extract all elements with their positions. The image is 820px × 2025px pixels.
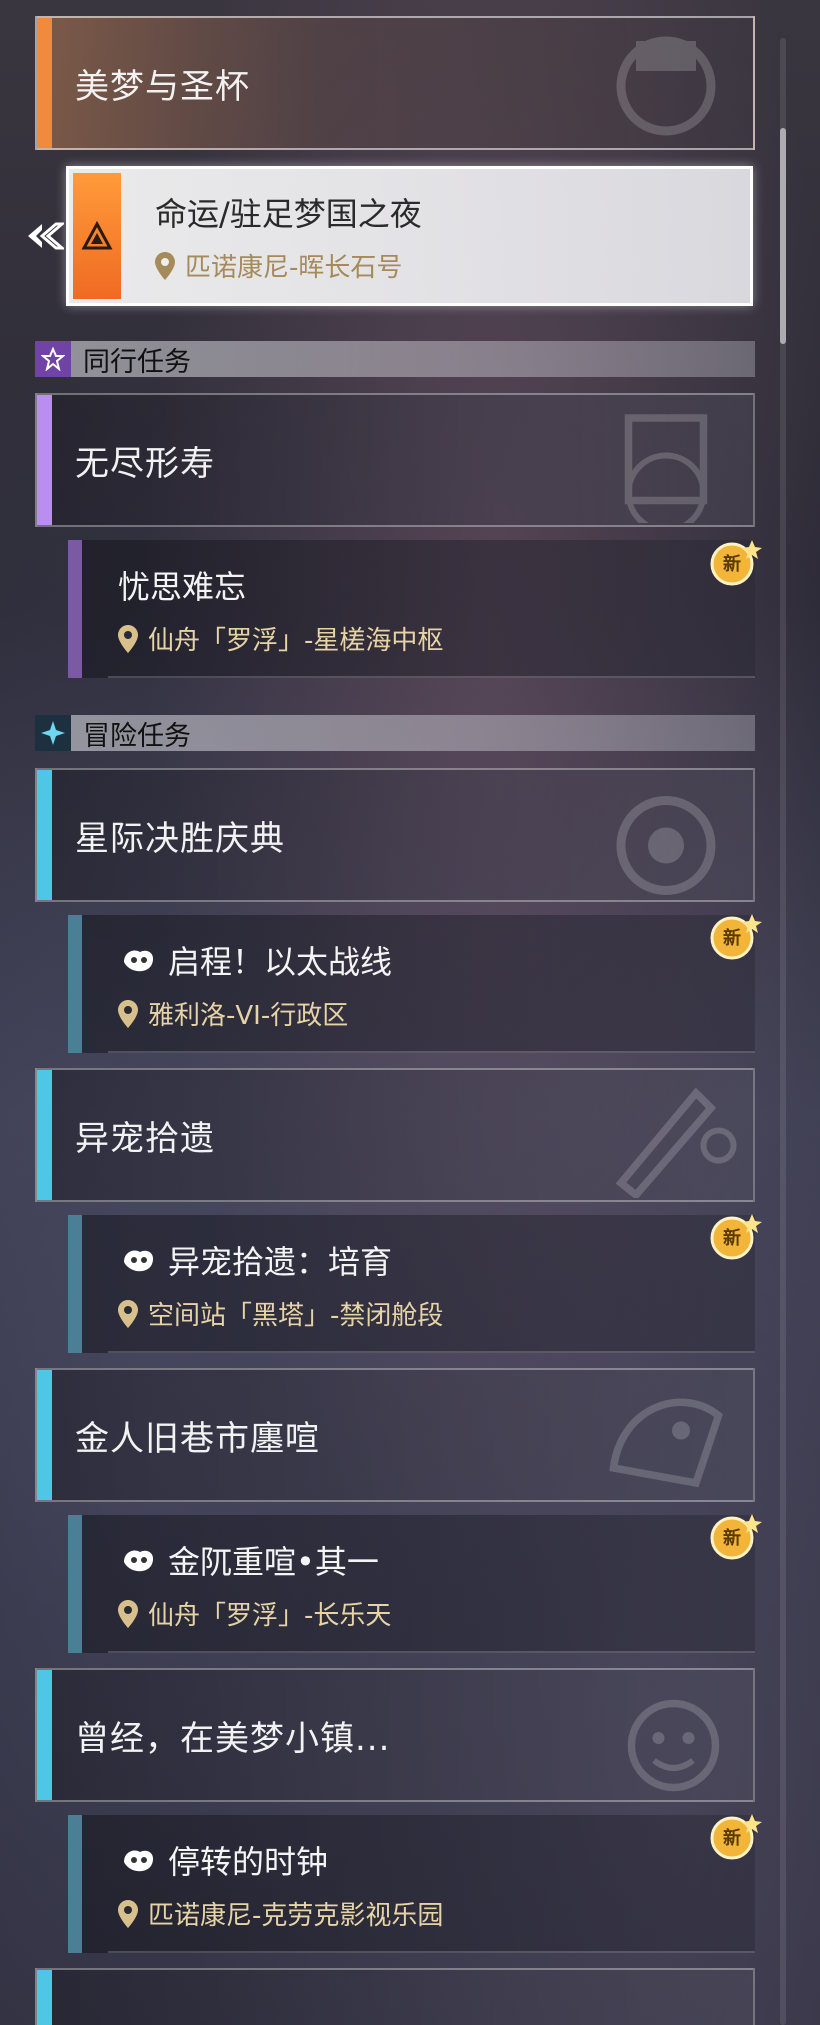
divider	[108, 1351, 755, 1353]
section-label: 冒险任务	[83, 720, 191, 752]
quest-title: 命运/驻足梦国之夜	[155, 195, 422, 233]
group-accent-bar	[37, 1370, 52, 1500]
location-pin-icon	[118, 999, 138, 1028]
quest-item-3[interactable]: 金阢重喧•其一 仙舟「罗浮」-长乐天	[68, 1515, 755, 1653]
group-emblem-icon	[627, 1699, 720, 1792]
quest-location-text: 匹诺康尼-晖长石号	[185, 253, 403, 283]
quest-location: 雅利洛-VI-行政区	[118, 995, 348, 1032]
divider	[108, 1651, 755, 1653]
group-accent-bar	[37, 1070, 52, 1200]
new-badge-label: 新	[723, 554, 741, 575]
quest-accent-bar	[68, 1215, 82, 1353]
group-emblem-icon	[616, 796, 716, 895]
quest-location-text: 匹诺康尼-克劳克影视乐园	[148, 1901, 444, 1931]
quest-title: 启程！以太战线	[168, 943, 393, 981]
quest-accent-bar	[68, 540, 82, 678]
quest-location: 匹诺康尼-克劳克影视乐园	[118, 1895, 443, 1932]
group-title: 曾经，在美梦小镇...	[75, 1718, 391, 1759]
pet-icon	[124, 1550, 154, 1572]
quest-title-row: 启程！以太战线	[118, 937, 392, 983]
quest-title: 忧思难忘	[118, 568, 247, 606]
location-pin-icon	[118, 1899, 138, 1928]
group-accent-bar	[37, 395, 52, 525]
quest-item-1[interactable]: 启程！以太战线 雅利洛-VI-行政区	[68, 915, 755, 1053]
group-emblem-icon	[615, 1087, 737, 1198]
diamond-star-icon	[35, 715, 71, 751]
group-header-2[interactable]: 异宠拾遗	[35, 1068, 755, 1202]
location-pin-icon	[118, 1299, 138, 1328]
pet-icon	[124, 1250, 154, 1272]
new-badge-label: 新	[723, 1228, 741, 1249]
section-companion-quests: 同行任务	[35, 341, 755, 378]
divider	[108, 676, 755, 678]
group-title: 星际决胜庆典	[75, 818, 285, 859]
section-label: 同行任务	[83, 346, 191, 378]
quest-accent-bar	[68, 1515, 82, 1653]
star-icon	[35, 341, 71, 377]
quest-title-row: 异宠拾遗：培育	[118, 1237, 392, 1283]
location-pin-icon	[118, 624, 138, 653]
quest-item-2[interactable]: 异宠拾遗：培育 空间站「黑塔」-禁闭舱段	[68, 1215, 755, 1353]
quest-location-text: 雅利洛-VI-行政区	[148, 1001, 349, 1031]
group-accent-bar	[37, 770, 52, 900]
pet-icon	[124, 1850, 154, 1872]
selected-arrow-icon	[28, 222, 64, 250]
quest-location: 仙舟「罗浮」-星槎海中枢	[118, 620, 443, 657]
group-accent-bar	[37, 1670, 52, 1800]
new-badge-label: 新	[723, 928, 741, 949]
new-badge-label: 新	[723, 1828, 741, 1849]
group-title: 金人旧巷市廛喧	[75, 1418, 320, 1459]
location-pin-icon	[118, 1599, 138, 1628]
quest-title-row: 金阢重喧•其一	[118, 1537, 379, 1583]
group-header-partial[interactable]	[35, 1968, 755, 2025]
quest-title: 金阢重喧•其一	[168, 1543, 379, 1581]
group-header-trailblaze[interactable]: 美梦与圣杯	[35, 16, 755, 150]
section-adventure-quests: 冒险任务	[35, 715, 755, 752]
quest-item-4[interactable]: 停转的时钟 匹诺康尼-克劳克影视乐园	[68, 1815, 755, 1953]
group-emblem-icon	[616, 36, 716, 136]
quest-location: 匹诺康尼-晖长石号	[155, 247, 402, 284]
quest-title: 停转的时钟	[168, 1843, 329, 1881]
group-title: 异宠拾遗	[75, 1118, 215, 1159]
quest-item-selected[interactable]: 命运/驻足梦国之夜 匹诺康尼-晖长石号	[66, 166, 753, 306]
scrollbar-thumb[interactable]	[780, 128, 786, 344]
group-title: 无尽形寿	[75, 443, 215, 484]
divider	[108, 1951, 755, 1953]
quest-item-0[interactable]: 忧思难忘 仙舟「罗浮」-星槎海中枢	[68, 540, 755, 678]
quest-location-text: 空间站「黑塔」-禁闭舱段	[148, 1301, 444, 1331]
group-header-1[interactable]: 星际决胜庆典	[35, 768, 755, 902]
quest-list: 美梦与圣杯 命运/驻足梦国之夜 匹诺康尼-晖长石号 同行任务 无尽形寿 忧思难忘…	[0, 0, 820, 2025]
quest-accent-bar	[68, 1815, 82, 1953]
group-header-0[interactable]: 无尽形寿	[35, 393, 755, 527]
group-header-3[interactable]: 金人旧巷市廛喧	[35, 1368, 755, 1502]
trailblaze-quest-icon	[73, 173, 121, 299]
location-pin-icon	[155, 251, 175, 280]
group-header-4[interactable]: 曾经，在美梦小镇...	[35, 1668, 755, 1802]
quest-location-text: 仙舟「罗浮」-星槎海中枢	[148, 626, 444, 656]
quest-accent-bar	[68, 915, 82, 1053]
group-accent-bar	[37, 18, 52, 148]
quest-location-text: 仙舟「罗浮」-长乐天	[148, 1601, 392, 1631]
pet-icon	[124, 950, 154, 972]
quest-title: 异宠拾遗：培育	[168, 1243, 393, 1281]
quest-location: 空间站「黑塔」-禁闭舱段	[118, 1295, 443, 1332]
quest-title-row: 停转的时钟	[118, 1837, 328, 1883]
new-badge-label: 新	[723, 1528, 741, 1549]
group-emblem-icon	[624, 414, 708, 523]
quest-location: 仙舟「罗浮」-长乐天	[118, 1595, 391, 1632]
divider	[108, 1051, 755, 1053]
group-accent-bar	[37, 1970, 52, 2025]
group-title: 美梦与圣杯	[75, 66, 250, 107]
group-emblem-icon	[609, 1398, 723, 1488]
